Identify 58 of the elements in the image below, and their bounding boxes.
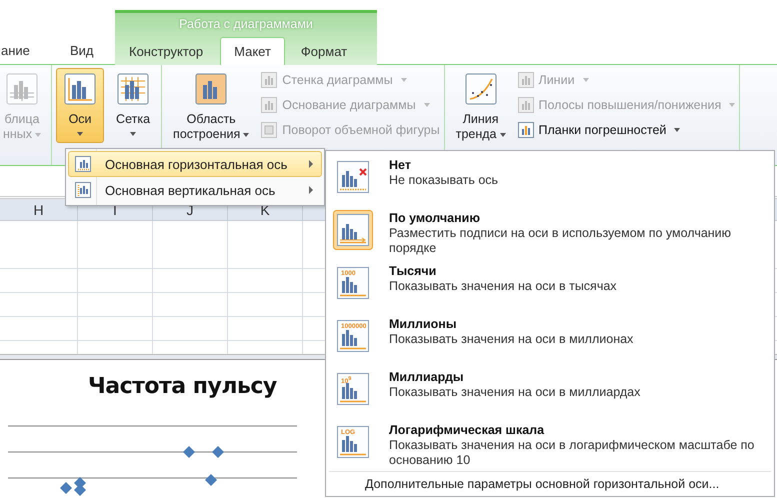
caret-icon [674,128,680,132]
data-point [183,446,195,458]
option-title: Миллиарды [389,369,465,385]
option-description: Показывать значения на оси в логарифмическом масштабе по основанию 10 [389,438,756,468]
bar-chart-icon [195,73,228,105]
ribbon-tab[interactable]: Макет [220,37,285,65]
trendline-chart-icon [464,73,497,105]
option-title: По умолчанию [389,210,482,226]
ribbon-tab[interactable]: ание [0,38,60,64]
data-point [212,446,224,458]
option-description: Показывать значения на оси в тысячах [389,279,618,294]
bar-chart-icon [64,73,96,105]
chart-element-icon [261,97,278,113]
menu-option[interactable]: Нет Не показывать ось [329,153,771,206]
ribbon-button[interactable]: Сетка [109,68,158,143]
chart-element-icon [518,97,534,113]
ribbon-tab[interactable]: Формат [290,39,358,65]
caret-icon [500,132,506,137]
ribbon-menu-button[interactable]: Планки погрешностей [518,119,736,141]
ribbon-button[interactable]: Оси [56,68,104,143]
caret-icon [35,132,42,137]
chart-element-icon [518,122,534,138]
ribbon-tab[interactable]: Конструктор [115,39,218,65]
horizontal-axis-icon [75,156,91,172]
caret-icon [582,78,589,82]
caret-icon [729,103,736,107]
data-point [74,484,86,496]
option-title: Нет [389,157,412,173]
ribbon-tab[interactable]: Вид [60,38,104,64]
option-description: Разместить подписи на оси в используемом по умолчанию порядке [389,226,732,256]
option-title: Тысячи [389,263,438,279]
option-description: Не показывать ось [389,173,500,188]
chart-element-icon [261,72,278,88]
data-point [60,482,72,494]
menu-item[interactable]: Дополнительные параметры основной горизонтальной оси... [329,471,771,497]
cube-icon [261,122,278,138]
vertical-axis-icon [75,182,91,198]
submenu-arrow-icon [309,160,313,168]
chart-element-icon [518,72,534,88]
chart-title: Частота пульсу [88,374,277,399]
caret-icon [130,132,136,136]
submenu-arrow-icon [309,186,313,194]
option-title: Логарифмическая шкала [389,422,546,438]
option-description: Показывать значения на оси в миллионах [389,332,634,347]
data-point [205,474,217,486]
bar-chart-icon [117,73,150,105]
caret-icon [424,103,430,107]
ribbon-button[interactable]: Область построения [166,68,256,143]
option-title: Миллионы [389,316,458,332]
menu-option[interactable]: По умолчанию Разместить подписи на оси в используемом по умолчанию порядке [329,206,771,259]
menu-item[interactable]: Основная горизонтальная ось [68,151,322,177]
caret-icon [243,132,250,137]
caret-icon [77,132,84,136]
chart-table-icon [6,73,38,105]
contextual-group-title: Работа с диаграммами [178,16,314,33]
caret-icon [400,78,407,82]
ribbon-button[interactable]: Линия тренда [448,68,512,143]
option-description: Показывать значения на оси в миллиардах [389,385,642,400]
